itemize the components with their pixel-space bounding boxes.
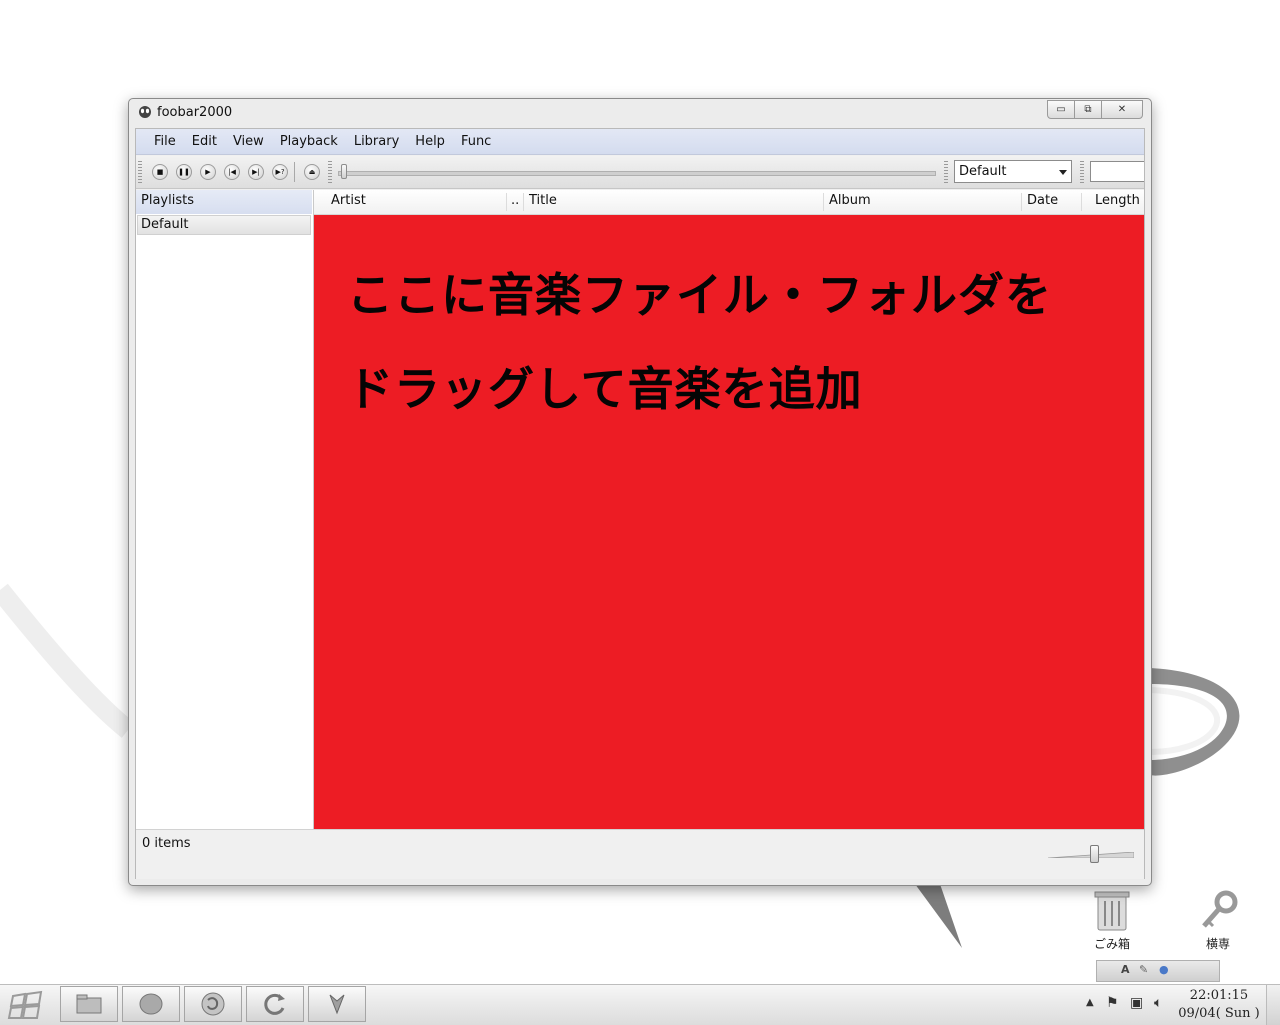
previous-button[interactable]: |◀ bbox=[224, 164, 240, 180]
menu-file[interactable]: File bbox=[146, 129, 184, 155]
search-input[interactable] bbox=[1090, 161, 1144, 182]
column-length[interactable]: Length bbox=[1090, 190, 1144, 214]
maximize-icon: ⧉ bbox=[1084, 104, 1092, 115]
menu-playback[interactable]: Playback bbox=[272, 129, 346, 155]
ime-icon: A bbox=[1121, 963, 1130, 976]
stop-icon: ■ bbox=[156, 168, 164, 176]
client-area: File Edit View Playback Library Help Fun… bbox=[135, 128, 1145, 879]
key-icon bbox=[1202, 890, 1238, 928]
seek-bar[interactable] bbox=[338, 171, 936, 176]
taskbar-app-2[interactable] bbox=[122, 986, 180, 1022]
stop-button[interactable]: ■ bbox=[152, 164, 168, 180]
windows-logo-icon bbox=[7, 990, 43, 1019]
playlist-dropdown[interactable]: Default bbox=[954, 160, 1072, 183]
settings-icon: ● bbox=[1159, 963, 1169, 976]
volume-slider-thumb[interactable] bbox=[1089, 845, 1099, 863]
previous-icon: |◀ bbox=[228, 168, 236, 176]
close-button[interactable]: ✕ bbox=[1101, 100, 1143, 119]
trash-icon bbox=[1094, 891, 1130, 931]
column-dots[interactable]: .. bbox=[506, 190, 524, 214]
maximize-button[interactable]: ⧉ bbox=[1074, 100, 1102, 119]
window-controls: ▭ ⧉ ✕ bbox=[1047, 100, 1143, 119]
next-icon: ▶| bbox=[252, 168, 260, 176]
random-button[interactable]: ▶? bbox=[272, 164, 288, 180]
taskbar-app-4[interactable] bbox=[246, 986, 304, 1022]
flag-icon[interactable]: ⚑ bbox=[1106, 995, 1119, 1011]
taskbar-explorer[interactable] bbox=[60, 986, 118, 1022]
column-album[interactable]: Album bbox=[824, 190, 1022, 214]
playlist-view: Artist .. Title Album Date Length ここに音楽フ… bbox=[314, 190, 1144, 829]
column-artist[interactable]: Artist bbox=[326, 190, 506, 214]
eject-button[interactable]: ⏏ bbox=[304, 164, 320, 180]
taskbar-clock[interactable]: 22:01:15 09/04( Sun ) bbox=[1174, 987, 1264, 1023]
foobar2000-window: foobar2000 ▭ ⧉ ✕ File Edit View Playback… bbox=[128, 98, 1152, 886]
drop-hint-line-1: ここに音楽ファイル・フォルダを bbox=[347, 268, 1052, 322]
menu-bar: File Edit View Playback Library Help Fun… bbox=[136, 129, 1144, 155]
playlist-dropdown-value: Default bbox=[959, 164, 1007, 179]
window-title: foobar2000 bbox=[157, 105, 233, 120]
foobar-taskbar-icon bbox=[329, 994, 345, 1015]
column-date[interactable]: Date bbox=[1022, 190, 1082, 214]
seekbar-grip[interactable] bbox=[328, 161, 332, 183]
network-icon[interactable]: ▣ bbox=[1130, 995, 1143, 1011]
tools-icon: ✎ bbox=[1139, 963, 1149, 976]
foobar-app-icon bbox=[139, 106, 151, 118]
show-desktop-button[interactable] bbox=[1266, 985, 1280, 1025]
tray-expand-icon[interactable]: ▲ bbox=[1086, 997, 1094, 1008]
menu-func[interactable]: Func bbox=[453, 129, 499, 155]
column-title[interactable]: Title bbox=[524, 190, 824, 214]
menu-help[interactable]: Help bbox=[407, 129, 453, 155]
title-bar[interactable]: foobar2000 ▭ ⧉ ✕ bbox=[129, 99, 1151, 126]
minimize-icon: ▭ bbox=[1056, 104, 1066, 115]
toolbar-grip[interactable] bbox=[138, 161, 142, 183]
play-button[interactable]: ▶ bbox=[200, 164, 216, 180]
clock-date: 09/04( Sun ) bbox=[1178, 1006, 1260, 1021]
pause-icon: ❚❚ bbox=[178, 168, 190, 176]
refresh-icon bbox=[264, 993, 285, 1015]
play-icon: ▶ bbox=[205, 168, 211, 176]
playlist-drop-area[interactable]: ここに音楽ファイル・フォルダを ドラッグして音楽を追加 bbox=[314, 215, 1144, 829]
column-header: Artist .. Title Album Date Length bbox=[314, 190, 1144, 215]
menu-view[interactable]: View bbox=[225, 129, 272, 155]
toolbar-separator bbox=[294, 162, 295, 182]
playlists-panel: Playlists Default bbox=[136, 190, 314, 829]
ime-language-bar[interactable]: A ✎ ● bbox=[1096, 960, 1220, 982]
folder-icon bbox=[76, 994, 102, 1014]
seek-thumb[interactable] bbox=[341, 164, 347, 179]
desktop-icon-trash-label: ごみ箱 bbox=[1093, 937, 1130, 951]
menu-edit[interactable]: Edit bbox=[184, 129, 225, 155]
desktop-icon-key-label: 横専 bbox=[1205, 937, 1230, 951]
close-icon: ✕ bbox=[1117, 104, 1127, 115]
taskbar: ▲ ⚑ ▣ 🔈︎ 22:01:15 09/04( Sun ) bbox=[0, 984, 1280, 1025]
random-icon: ▶? bbox=[275, 168, 285, 176]
blob-icon bbox=[139, 993, 163, 1015]
desktop-icon-key[interactable]: 横専 bbox=[1188, 888, 1248, 952]
speaker-icon[interactable]: 🔈︎ bbox=[1154, 995, 1162, 1011]
search-grip[interactable] bbox=[1080, 161, 1084, 183]
column-divider[interactable] bbox=[1081, 193, 1082, 211]
playlist-item-default[interactable]: Default bbox=[137, 215, 311, 235]
item-count: 0 items bbox=[142, 836, 191, 851]
clock-time: 22:01:15 bbox=[1189, 988, 1249, 1003]
drop-hint-line-2: ドラッグして音楽を追加 bbox=[347, 362, 863, 416]
firefox-icon bbox=[201, 992, 225, 1016]
playlists-header: Playlists bbox=[136, 190, 312, 214]
pause-button[interactable]: ❚❚ bbox=[176, 164, 192, 180]
minimize-button[interactable]: ▭ bbox=[1047, 100, 1075, 119]
menu-library[interactable]: Library bbox=[346, 129, 407, 155]
toolbar: ■ ❚❚ ▶ |◀ ▶| ▶? ⏏ Default bbox=[136, 156, 1144, 189]
status-bar: 0 items bbox=[136, 829, 1144, 879]
eject-icon: ⏏ bbox=[308, 168, 316, 176]
start-button[interactable] bbox=[2, 987, 52, 1023]
taskbar-foobar[interactable] bbox=[308, 986, 366, 1022]
taskbar-app-3[interactable] bbox=[184, 986, 242, 1022]
chevron-down-icon bbox=[1059, 170, 1067, 175]
dropdown-grip[interactable] bbox=[944, 161, 948, 183]
desktop-icon-trash[interactable]: ごみ箱 bbox=[1082, 888, 1142, 952]
next-button[interactable]: ▶| bbox=[248, 164, 264, 180]
